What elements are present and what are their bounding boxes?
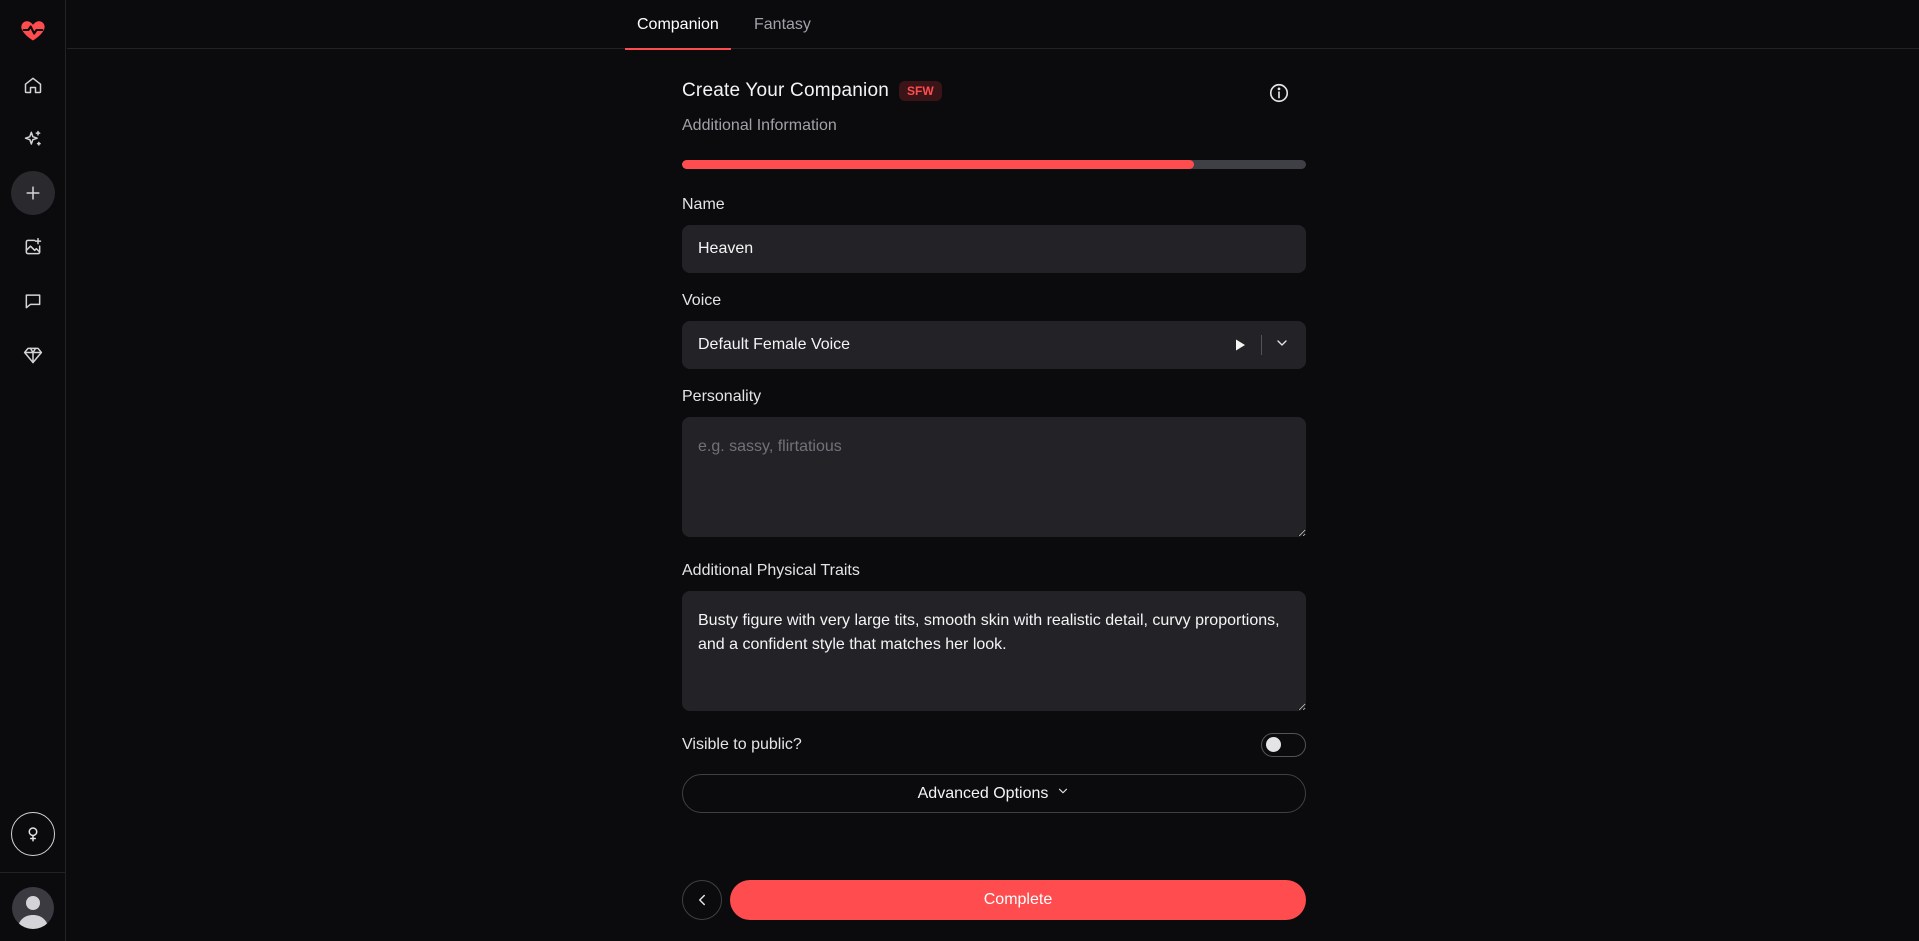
- sfw-badge: SFW: [899, 81, 942, 101]
- name-input[interactable]: [682, 225, 1306, 273]
- voice-select-value: Default Female Voice: [698, 336, 851, 353]
- progress-bar: [682, 160, 1306, 169]
- complete-button[interactable]: Complete: [730, 880, 1306, 920]
- visibility-label: Visible to public?: [682, 736, 802, 753]
- chat-icon[interactable]: [11, 279, 55, 323]
- top-tab-bar: Companion Fantasy: [67, 0, 1919, 50]
- progress-fill: [682, 160, 1194, 169]
- chevron-down-icon: [1056, 784, 1070, 803]
- user-avatar-icon[interactable]: [12, 887, 54, 929]
- title-row: Create Your Companion SFW: [682, 80, 942, 102]
- select-separator: [1261, 335, 1262, 355]
- chevron-left-icon: [699, 894, 705, 906]
- advanced-options-label: Advanced Options: [917, 784, 1049, 802]
- name-label: Name: [682, 196, 725, 213]
- back-button[interactable]: [682, 880, 722, 920]
- advanced-options-button[interactable]: Advanced Options: [682, 774, 1306, 813]
- info-icon[interactable]: [1268, 82, 1290, 104]
- tab-fantasy[interactable]: Fantasy: [742, 0, 823, 49]
- diamond-icon[interactable]: [11, 333, 55, 377]
- heart-pulse-logo-icon[interactable]: [11, 8, 55, 52]
- step-subtitle: Additional Information: [682, 117, 837, 134]
- chevron-down-icon[interactable]: [1274, 335, 1290, 356]
- image-plus-icon[interactable]: [11, 225, 55, 269]
- home-icon[interactable]: [11, 63, 55, 107]
- female-symbol-icon[interactable]: [11, 812, 55, 856]
- toggle-knob: [1266, 737, 1281, 752]
- plus-icon[interactable]: [11, 171, 55, 215]
- visibility-toggle[interactable]: [1261, 733, 1306, 757]
- voice-label: Voice: [682, 292, 722, 309]
- traits-label: Additional Physical Traits: [682, 562, 860, 579]
- sparkles-icon[interactable]: [11, 117, 55, 161]
- tab-companion[interactable]: Companion: [625, 0, 731, 50]
- traits-textarea[interactable]: Busty figure with very large tits, smoot…: [682, 591, 1306, 711]
- voice-select[interactable]: Default Female Voice: [682, 321, 1306, 369]
- play-voice-icon[interactable]: [1233, 338, 1247, 352]
- personality-textarea[interactable]: [682, 417, 1306, 537]
- sidebar: [0, 0, 66, 941]
- personality-label: Personality: [682, 388, 762, 405]
- page-title: Create Your Companion: [682, 80, 890, 101]
- sidebar-divider: [0, 872, 66, 873]
